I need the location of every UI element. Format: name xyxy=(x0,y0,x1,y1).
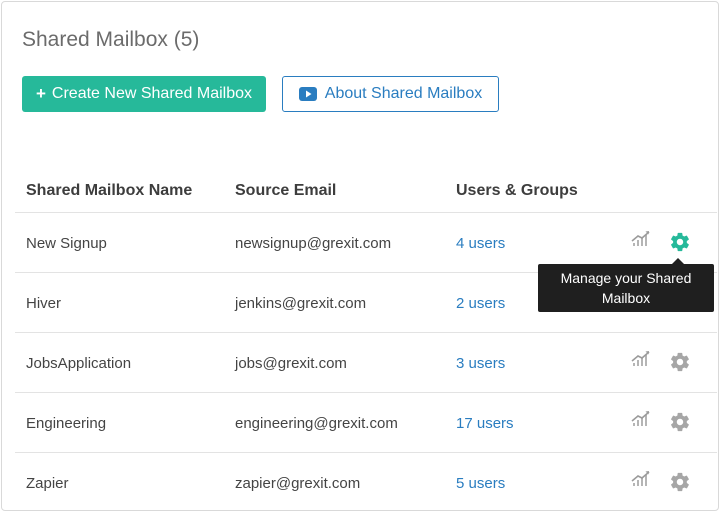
gear-icon[interactable] xyxy=(669,411,691,433)
gear-icon[interactable] xyxy=(669,351,691,373)
tooltip-text: Manage your Shared Mailbox xyxy=(560,270,692,306)
users-link[interactable]: 5 users xyxy=(456,475,505,492)
source-email: jobs@grexit.com xyxy=(235,355,347,372)
source-email: engineering@grexit.com xyxy=(235,415,398,432)
column-header-email: Source Email xyxy=(235,182,337,199)
table-header: Shared Mailbox Name Source Email Users &… xyxy=(15,166,717,213)
table-row: JobsApplication jobs@grexit.com 3 users xyxy=(15,333,717,393)
manage-mailbox-tooltip: Manage your Shared Mailbox xyxy=(538,258,714,312)
mailbox-name: JobsApplication xyxy=(26,355,132,372)
mailbox-name: Hiver xyxy=(26,295,62,312)
mailbox-name: New Signup xyxy=(26,235,107,252)
shared-mailbox-table: Shared Mailbox Name Source Email Users &… xyxy=(15,166,717,512)
users-link[interactable]: 17 users xyxy=(456,415,514,432)
users-link[interactable]: 4 users xyxy=(456,235,505,252)
column-header-name: Shared Mailbox Name xyxy=(26,182,193,199)
video-play-icon xyxy=(298,87,317,101)
analytics-icon[interactable] xyxy=(631,411,651,427)
mailbox-name: Zapier xyxy=(26,475,69,492)
table-row: Zapier zapier@grexit.com 5 users xyxy=(15,453,717,512)
analytics-icon[interactable] xyxy=(631,351,651,367)
about-button-label: About Shared Mailbox xyxy=(324,85,483,102)
source-email: zapier@grexit.com xyxy=(235,475,361,492)
mailbox-name: Engineering xyxy=(26,415,107,432)
page-title: Shared Mailbox (5) xyxy=(22,28,200,51)
gear-icon[interactable] xyxy=(669,231,691,253)
about-shared-mailbox-button[interactable]: About Shared Mailbox xyxy=(282,76,499,112)
analytics-icon[interactable] xyxy=(631,231,651,247)
table-row: Engineering engineering@grexit.com 17 us… xyxy=(15,393,717,453)
source-email: jenkins@grexit.com xyxy=(235,295,367,312)
users-link[interactable]: 3 users xyxy=(456,355,505,372)
plus-icon: + xyxy=(35,84,46,103)
users-link[interactable]: 2 users xyxy=(456,295,505,312)
create-shared-mailbox-button[interactable]: + Create New Shared Mailbox xyxy=(22,76,266,112)
create-button-label: Create New Shared Mailbox xyxy=(51,85,253,102)
column-header-users: Users & Groups xyxy=(456,182,578,199)
source-email: newsignup@grexit.com xyxy=(235,235,392,252)
analytics-icon[interactable] xyxy=(631,471,651,487)
gear-icon[interactable] xyxy=(669,471,691,493)
